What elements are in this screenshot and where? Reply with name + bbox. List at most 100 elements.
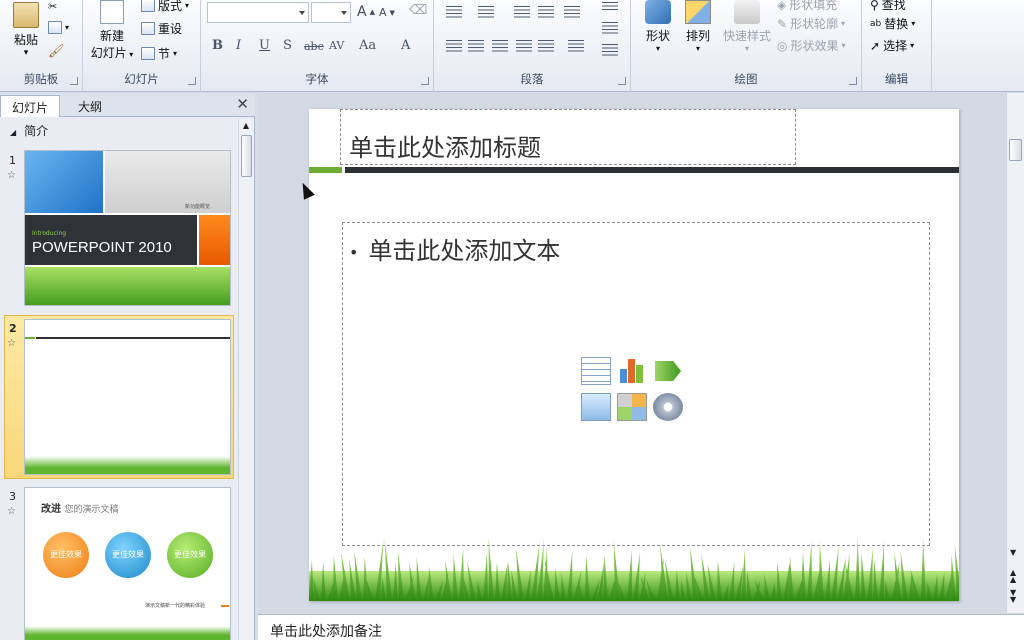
- transition-icon: ☆: [7, 170, 16, 181]
- font-group: A ▲ A ▼ ⌫ B I U S abc AV Aa A 字体: [201, 0, 434, 92]
- numbering-icon[interactable]: [478, 6, 494, 18]
- bullets-icon[interactable]: [446, 6, 462, 18]
- slides-pane: 幻灯片 大纲 ✕ ◢ 简介 1 ☆ 新功能概览 Introducing POWER…: [0, 93, 255, 640]
- grow-font-button[interactable]: A ▲: [357, 4, 375, 20]
- replace-button[interactable]: ab 替换 ▾: [870, 15, 915, 32]
- shrink-font-button[interactable]: A ▼: [379, 6, 395, 19]
- insert-table-icon[interactable]: [581, 357, 611, 385]
- thumb-bubble-orange: 更佳效果: [43, 532, 89, 578]
- line-spacing-icon[interactable]: [564, 6, 580, 18]
- quick-styles-button[interactable]: 快速样式 ▾: [719, 0, 775, 53]
- insert-smartart-icon[interactable]: [653, 357, 683, 385]
- font-color-button[interactable]: A: [401, 38, 410, 53]
- tab-outline[interactable]: 大纲: [60, 95, 120, 117]
- thumb-footer: 演示文稿新一代的精彩体验: [145, 603, 206, 609]
- pointer-icon: ➚: [870, 38, 881, 53]
- italic-button[interactable]: I: [236, 38, 241, 53]
- select-button[interactable]: ➚ 选择 ▾: [870, 37, 914, 54]
- copy-button[interactable]: ▾: [48, 21, 69, 34]
- clipboard-group: 粘贴 ▾ ✂ ▾ 🖌 剪贴板: [0, 0, 83, 92]
- shape-outline-button[interactable]: ✎ 形状轮廓 ▾: [777, 15, 845, 32]
- format-painter-button[interactable]: 🖌: [48, 44, 65, 59]
- insert-picture-icon[interactable]: [581, 393, 611, 421]
- scroll-thumb[interactable]: [241, 135, 252, 177]
- shadow-button[interactable]: S: [283, 38, 292, 53]
- slides-launcher[interactable]: [188, 77, 196, 85]
- insert-media-icon[interactable]: [653, 393, 683, 421]
- align-right-icon[interactable]: [492, 40, 508, 52]
- find-button[interactable]: ⚲ 查找: [870, 0, 906, 13]
- strikethrough-button[interactable]: abc: [304, 40, 324, 53]
- new-slide-button[interactable]: 新建 幻灯片 ▾: [87, 0, 137, 61]
- notes-placeholder: 单击此处添加备注: [270, 624, 382, 640]
- char-spacing-button[interactable]: AV: [329, 39, 344, 52]
- thumb-orange-dash: [221, 605, 229, 607]
- next-slide-icon[interactable]: ▼ ▼: [1010, 589, 1016, 604]
- eraser-icon: ⌫: [409, 3, 428, 18]
- transition-icon: ☆: [7, 506, 16, 517]
- editing-group: ⚲ 查找 ab 替换 ▾ ➚ 选择 ▾ 编辑: [862, 0, 932, 92]
- cut-button[interactable]: ✂: [48, 0, 57, 13]
- clipboard-launcher[interactable]: [70, 77, 78, 85]
- close-icon[interactable]: ✕: [236, 95, 249, 113]
- scissors-icon: ✂: [48, 0, 58, 13]
- drawing-launcher[interactable]: [849, 77, 857, 85]
- pane-tabs: 幻灯片 大纲 ✕: [0, 93, 255, 117]
- font-size-select[interactable]: [311, 2, 351, 23]
- paste-button[interactable]: 粘贴 ▾: [6, 2, 46, 58]
- increase-indent-icon[interactable]: [538, 6, 554, 18]
- tab-slides[interactable]: 幻灯片: [0, 95, 60, 117]
- thumb-grass: [25, 626, 230, 640]
- ribbon: 粘贴 ▾ ✂ ▾ 🖌 剪贴板 新建 幻灯片 ▾ 版式 ▾ 重设 节 ▾ 幻灯片 A ▲…: [0, 0, 1024, 92]
- insert-chart-icon[interactable]: [617, 357, 647, 385]
- justify-icon[interactable]: [516, 40, 532, 52]
- shapes-button[interactable]: 形状 ▾: [639, 0, 677, 53]
- effects-icon: ◎: [777, 38, 788, 53]
- layout-button[interactable]: 版式 ▾: [141, 0, 189, 14]
- shape-fill-button[interactable]: ◈ 形状填充: [777, 0, 837, 13]
- paragraph-launcher[interactable]: [618, 77, 626, 85]
- align-left-icon[interactable]: [446, 40, 462, 52]
- columns-icon[interactable]: [602, 2, 618, 10]
- underline-button[interactable]: U: [259, 38, 270, 53]
- arrange-label: 排列: [685, 29, 710, 43]
- text-direction-icon[interactable]: [602, 22, 618, 34]
- editor-scroll-thumb[interactable]: [1009, 139, 1022, 161]
- notes-pane[interactable]: 单击此处添加备注: [258, 614, 1024, 640]
- editor-scrollbar[interactable]: ▼ ▲ ▲ ▼ ▼: [1006, 93, 1024, 613]
- bullet: •: [349, 242, 359, 262]
- change-case-button[interactable]: Aa: [359, 38, 376, 53]
- insert-clipart-icon[interactable]: [617, 393, 647, 421]
- reset-button[interactable]: 重设: [141, 20, 182, 37]
- drawing-group: 形状 ▾ 排列 ▾ 快速样式 ▾ ◈ 形状填充 ✎ 形状轮廓 ▾ ◎ 形状效果 ▾ 绘图: [631, 0, 862, 92]
- scroll-down-icon[interactable]: ▼: [1010, 548, 1016, 557]
- align-center-icon[interactable]: [468, 40, 484, 52]
- reset-label: 重设: [158, 22, 183, 36]
- bold-button[interactable]: B: [212, 38, 223, 53]
- clear-format-button[interactable]: ⌫: [409, 3, 427, 18]
- shape-effects-button[interactable]: ◎ 形状效果 ▾: [777, 37, 846, 54]
- font-name-select[interactable]: [207, 2, 309, 23]
- distributed-icon[interactable]: [538, 40, 554, 52]
- title-placeholder[interactable]: 单击此处添加标题: [340, 109, 796, 165]
- slide-thumbnail-1[interactable]: 新功能概览 Introducing POWERPOINT 2010: [24, 150, 231, 306]
- section-button[interactable]: 节 ▾: [141, 45, 177, 62]
- previous-slide-icon[interactable]: ▲ ▲: [1010, 569, 1016, 584]
- arrange-button[interactable]: 排列 ▾: [679, 0, 717, 53]
- section-header[interactable]: ◢ 简介: [0, 122, 238, 140]
- brush-icon: 🖌: [48, 44, 65, 59]
- columns-layout-icon[interactable]: [568, 40, 584, 52]
- select-label: 选择: [883, 39, 908, 53]
- thumbnails-scrollbar[interactable]: ▲: [238, 119, 254, 640]
- section-label: 节: [158, 47, 171, 61]
- scroll-up-icon[interactable]: ▲: [240, 121, 252, 133]
- font-launcher[interactable]: [421, 77, 429, 85]
- paragraph-group-label: 段落: [520, 72, 544, 86]
- slide-thumbnail-2[interactable]: [24, 319, 231, 475]
- slide-thumbnail-3[interactable]: 改进 您的演示文稿 更佳效果 更佳效果 更佳效果 演示文稿新一代的精彩体验: [24, 487, 231, 640]
- outline-icon: ✎: [777, 16, 788, 31]
- decrease-indent-icon[interactable]: [514, 6, 530, 18]
- shapes-icon: [645, 0, 671, 24]
- new-slide-label: 新建: [99, 29, 124, 43]
- smartart-icon[interactable]: [602, 44, 618, 56]
